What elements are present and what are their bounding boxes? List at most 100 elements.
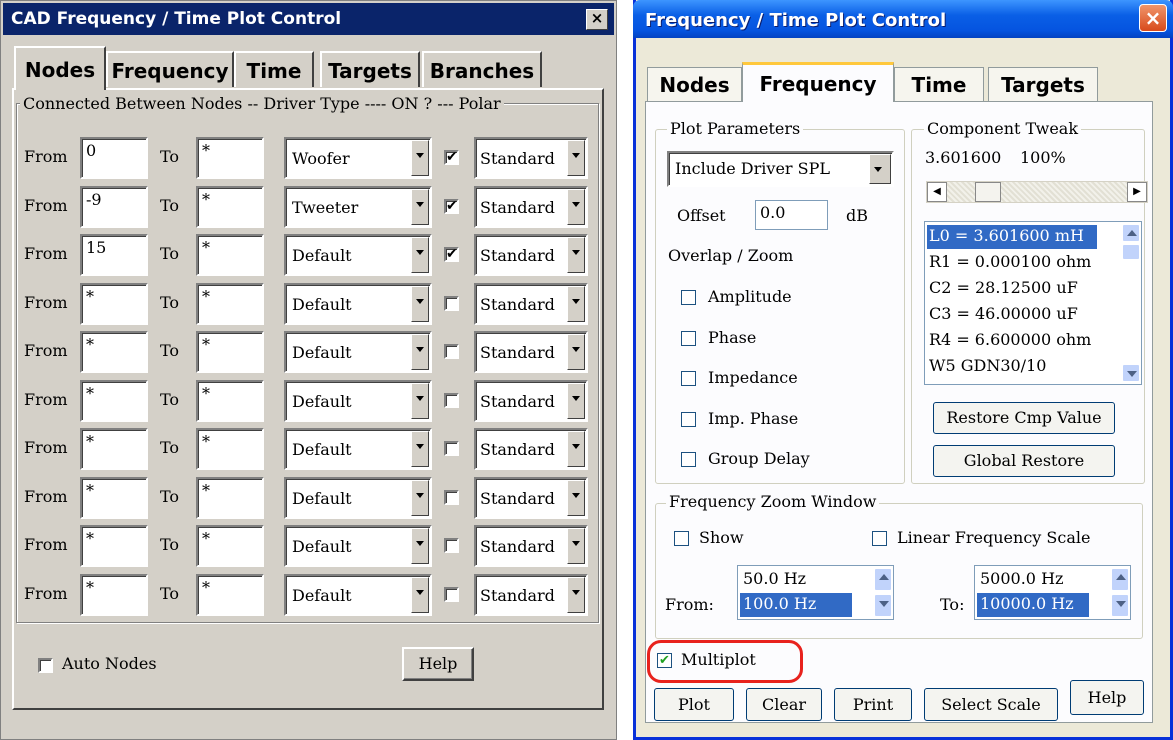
component-list-item[interactable]: R1 = 0.000100 ohm bbox=[927, 251, 1107, 275]
to-node-input[interactable]: * bbox=[196, 379, 264, 422]
driver-type-select[interactable]: Default bbox=[284, 476, 432, 519]
print-button[interactable]: Print bbox=[834, 688, 912, 721]
from-node-input[interactable]: * bbox=[80, 476, 148, 519]
on-checkbox[interactable]: ✔ bbox=[444, 247, 459, 262]
from-node-input[interactable]: -9 bbox=[80, 185, 148, 228]
component-list[interactable]: L0 = 3.601600 mH R1 = 0.000100 ohm C2 = 28… bbox=[924, 221, 1142, 385]
chevron-down-icon[interactable] bbox=[411, 382, 429, 419]
chevron-down-icon[interactable] bbox=[567, 431, 585, 467]
chevron-down-icon[interactable] bbox=[567, 237, 585, 273]
chevron-down-icon[interactable] bbox=[411, 528, 429, 564]
on-checkbox[interactable] bbox=[444, 489, 459, 505]
to-node-input[interactable]: * bbox=[196, 137, 264, 179]
component-list-item[interactable]: L0 = 3.601600 mH bbox=[927, 225, 1097, 249]
chevron-down-icon[interactable] bbox=[411, 285, 429, 322]
chevron-down-icon[interactable] bbox=[411, 431, 429, 467]
driver-type-select[interactable]: Default bbox=[284, 428, 432, 470]
to-node-input[interactable]: * bbox=[196, 476, 264, 519]
global-restore-button[interactable]: Global Restore bbox=[933, 445, 1115, 477]
component-list-item[interactable]: W5 GDN30/10 bbox=[927, 355, 1107, 379]
show-checkbox[interactable] bbox=[674, 531, 689, 546]
from-node-input[interactable]: 0 bbox=[80, 137, 148, 179]
select-scale-button[interactable]: Select Scale bbox=[924, 688, 1058, 721]
list-scroll-thumb[interactable] bbox=[1122, 244, 1140, 260]
on-checkbox[interactable] bbox=[444, 344, 459, 359]
help-button[interactable]: Help bbox=[1070, 680, 1144, 715]
component-list-item[interactable]: R4 = 6.600000 ohm bbox=[927, 329, 1107, 353]
tab-branches[interactable]: Branches bbox=[422, 51, 542, 87]
chevron-down-icon[interactable] bbox=[567, 576, 585, 613]
tab-nodes[interactable]: Nodes bbox=[647, 67, 742, 101]
overlap-option-checkbox[interactable] bbox=[681, 371, 696, 386]
on-checkbox[interactable]: ✔ bbox=[444, 150, 459, 165]
chevron-down-icon[interactable] bbox=[411, 188, 429, 225]
tab-targets[interactable]: Targets bbox=[988, 67, 1098, 101]
on-checkbox[interactable]: ✔ bbox=[444, 198, 459, 214]
chevron-down-icon[interactable] bbox=[567, 140, 585, 176]
list-scroll-down-icon[interactable] bbox=[1122, 364, 1140, 382]
to-node-input[interactable]: * bbox=[196, 234, 264, 276]
linear-frequency-scale-checkbox[interactable] bbox=[872, 531, 887, 546]
chevron-down-icon[interactable] bbox=[567, 334, 585, 370]
chevron-down-icon[interactable] bbox=[411, 237, 429, 273]
plot-mode-select[interactable]: Include Driver SPL bbox=[667, 151, 894, 187]
overlap-option-checkbox[interactable] bbox=[681, 452, 696, 467]
from-node-input[interactable]: * bbox=[80, 282, 148, 325]
on-checkbox[interactable] bbox=[444, 538, 459, 553]
chevron-down-icon[interactable] bbox=[567, 528, 585, 564]
polar-select[interactable]: Standard bbox=[474, 428, 588, 470]
from-scroll-up-icon[interactable] bbox=[874, 568, 892, 591]
clear-button[interactable]: Clear bbox=[746, 688, 822, 721]
to-node-input[interactable]: * bbox=[196, 525, 264, 567]
zoom-list-item[interactable]: 100.0 Hz bbox=[740, 593, 852, 617]
close-icon[interactable]: × bbox=[1139, 4, 1167, 32]
to-node-input[interactable]: * bbox=[196, 573, 264, 616]
zoom-from-list[interactable]: 50.0 Hz 100.0 Hz bbox=[737, 565, 894, 620]
driver-type-select[interactable]: Default bbox=[284, 234, 432, 276]
chevron-down-icon[interactable] bbox=[411, 479, 429, 516]
close-icon[interactable]: × bbox=[586, 9, 608, 30]
chevron-down-icon[interactable] bbox=[411, 576, 429, 613]
component-list-item[interactable]: C2 = 28.12500 uF bbox=[927, 277, 1107, 301]
driver-type-select[interactable]: Default bbox=[284, 525, 432, 567]
polar-select[interactable]: Standard bbox=[474, 185, 588, 228]
driver-type-select[interactable]: Default bbox=[284, 573, 432, 616]
to-node-input[interactable]: * bbox=[196, 282, 264, 325]
zoom-list-item[interactable]: 5000.0 Hz bbox=[977, 568, 1089, 592]
polar-select[interactable]: Standard bbox=[474, 137, 588, 179]
from-scroll-down-icon[interactable] bbox=[874, 594, 892, 617]
to-node-input[interactable]: * bbox=[196, 185, 264, 228]
tab-nodes[interactable]: Nodes bbox=[14, 46, 106, 90]
driver-type-select[interactable]: Tweeter bbox=[284, 185, 432, 228]
chevron-down-icon[interactable] bbox=[567, 188, 585, 225]
title-bar[interactable]: Frequency / Time Plot Control × bbox=[633, 0, 1173, 38]
multiplot-checkbox[interactable]: ✔ bbox=[657, 653, 672, 668]
driver-type-select[interactable]: Woofer bbox=[284, 137, 432, 179]
from-node-input[interactable]: * bbox=[80, 428, 148, 470]
from-node-input[interactable]: 15 bbox=[80, 234, 148, 276]
zoom-list-item[interactable]: 50.0 Hz bbox=[740, 568, 852, 592]
overlap-option-checkbox[interactable] bbox=[681, 411, 696, 427]
chevron-down-icon[interactable] bbox=[567, 285, 585, 322]
help-button[interactable]: Help bbox=[402, 647, 474, 681]
to-node-input[interactable]: * bbox=[196, 428, 264, 470]
polar-select[interactable]: Standard bbox=[474, 379, 588, 422]
chevron-down-icon[interactable] bbox=[567, 479, 585, 516]
chevron-down-icon[interactable] bbox=[567, 382, 585, 419]
tab-frequency[interactable]: Frequency bbox=[742, 62, 894, 102]
tab-time[interactable]: Time bbox=[894, 67, 984, 101]
to-scroll-up-icon[interactable] bbox=[1111, 568, 1129, 591]
to-scroll-down-icon[interactable] bbox=[1111, 594, 1129, 617]
from-node-input[interactable]: * bbox=[80, 573, 148, 616]
on-checkbox[interactable] bbox=[444, 586, 459, 602]
on-checkbox[interactable] bbox=[444, 392, 459, 408]
to-node-input[interactable]: * bbox=[196, 331, 264, 373]
list-scroll-up-icon[interactable] bbox=[1122, 224, 1140, 242]
restore-cmp-value-button[interactable]: Restore Cmp Value bbox=[933, 402, 1115, 434]
polar-select[interactable]: Standard bbox=[474, 331, 588, 373]
offset-field[interactable]: 0.0 bbox=[755, 200, 828, 230]
overlap-option-checkbox[interactable] bbox=[681, 290, 696, 305]
title-bar[interactable]: CAD Frequency / Time Plot Control × bbox=[3, 3, 614, 35]
driver-type-select[interactable]: Default bbox=[284, 331, 432, 373]
from-node-input[interactable]: * bbox=[80, 331, 148, 373]
